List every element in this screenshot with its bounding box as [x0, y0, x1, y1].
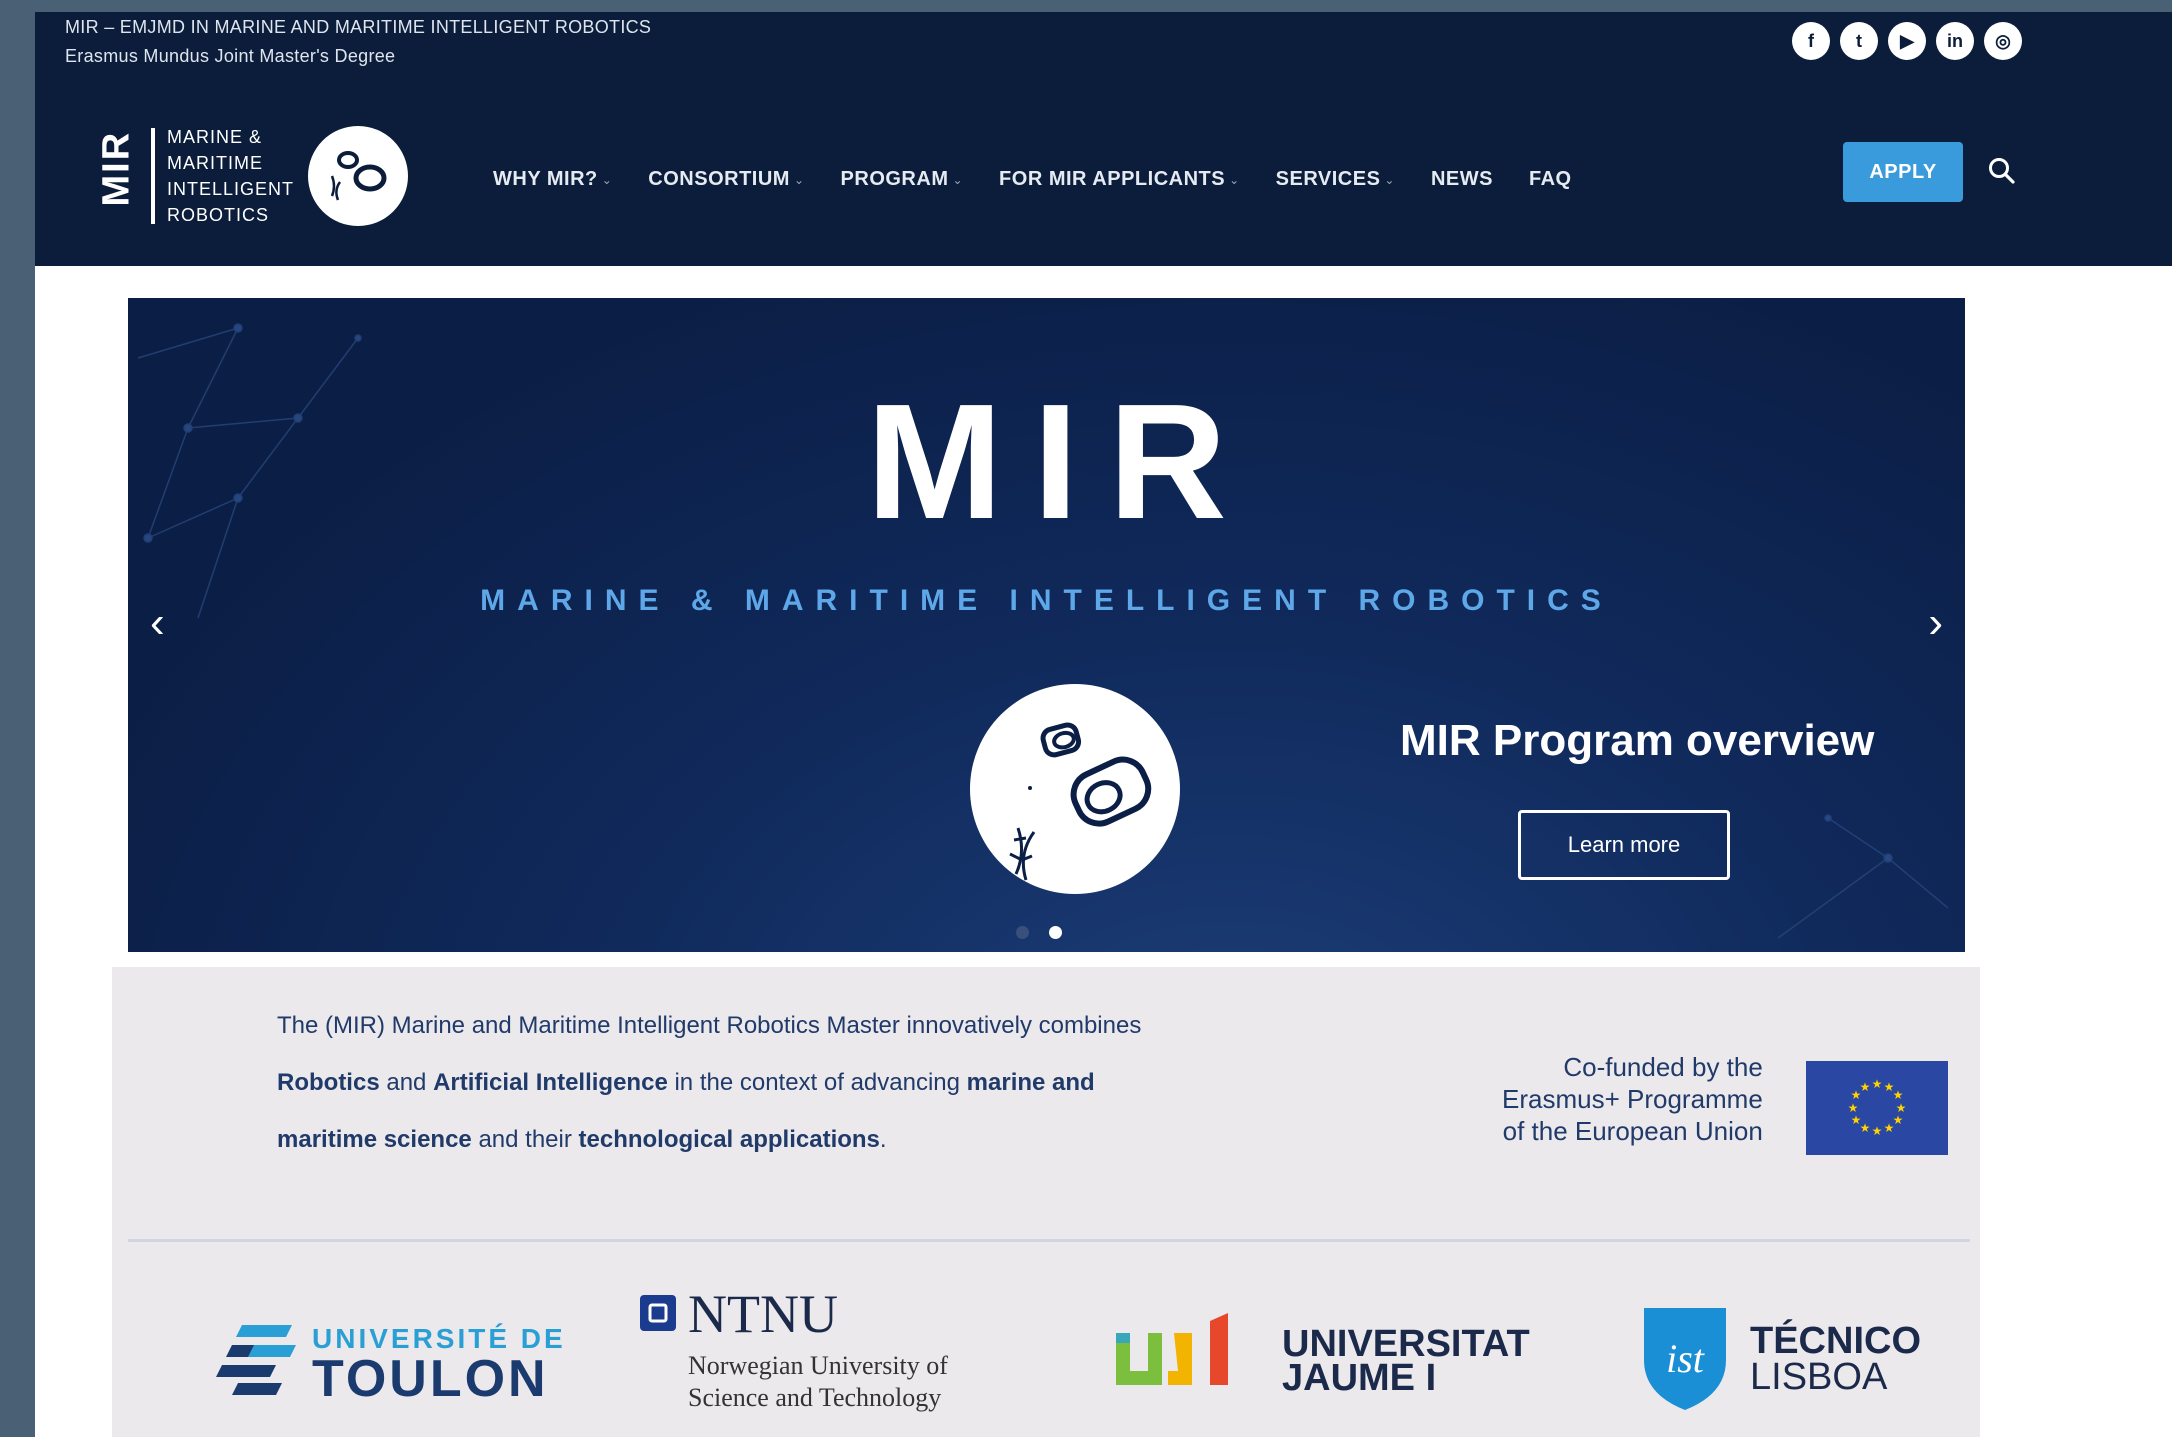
logo-line: INTELLIGENT: [167, 179, 295, 199]
intro-strong: Robotics: [277, 1069, 380, 1096]
logo-mark: MIR: [95, 130, 138, 206]
nav-services[interactable]: SERVICES ⌄: [1276, 168, 1395, 191]
svg-text:★: ★: [1872, 1077, 1883, 1091]
nav-faq[interactable]: FAQ: [1529, 168, 1572, 191]
partner-universitat-jaume-i[interactable]: UNIVERSITAT JAUME I: [1114, 1309, 1534, 1399]
apply-button[interactable]: APPLY: [1843, 142, 1963, 202]
tecnico-line2: LISBOA: [1750, 1356, 1888, 1398]
intro-span: and their: [471, 1126, 579, 1153]
logo-line: MARINE &: [167, 127, 263, 147]
cofund-line: of the European Union: [1502, 1116, 1763, 1146]
facebook-icon[interactable]: f: [1792, 22, 1830, 60]
robot-emblem-icon: [970, 684, 1180, 894]
svg-text:★: ★: [1848, 1101, 1859, 1115]
linkedin-icon[interactable]: in: [1936, 22, 1974, 60]
ntnu-logo-icon: [640, 1295, 676, 1331]
uji-line2: JAUME I: [1282, 1357, 1437, 1399]
chevron-down-icon: ⌄: [1229, 172, 1240, 187]
uji-logo-icon: [1116, 1313, 1228, 1385]
eu-flag-icon: ★ ★ ★ ★ ★ ★ ★ ★ ★ ★ ★ ★: [1806, 1061, 1948, 1155]
site-logo[interactable]: MIR MARINE & MARITIME INTELLIGENT ROBOTI…: [87, 120, 409, 232]
intro-strong: Artificial Intelligence: [433, 1069, 668, 1096]
nav-label: FAQ: [1528, 168, 1572, 190]
hero-subtitle: MARINE & MARITIME INTELLIGENT ROBOTICS: [480, 584, 1613, 617]
cofunded-text: Co-funded by the Erasmus+ Programme of t…: [1502, 1051, 1763, 1147]
instagram-icon[interactable]: ◎: [1984, 22, 2022, 60]
nav-why-mir[interactable]: WHY MIR? ⌄: [493, 168, 612, 191]
partner-ntnu[interactable]: NTNU Norwegian University of Science and…: [638, 1287, 998, 1417]
intro-line: maritime science and their technological…: [277, 1111, 1267, 1168]
nav-label: NEWS: [1430, 168, 1493, 190]
svg-text:★: ★: [1872, 1124, 1883, 1138]
nav-label: CONSORTIUM: [648, 168, 790, 190]
chevron-down-icon: ⌄: [601, 172, 613, 187]
ntnu-line2: Science and Technology: [688, 1383, 942, 1412]
nav-program[interactable]: PROGRAM ⌄: [841, 168, 964, 191]
logo-line: ROBOTICS: [167, 205, 270, 225]
svg-text:ist: ist: [1666, 1336, 1705, 1381]
search-icon[interactable]: [1987, 156, 2017, 186]
cofund-line: Erasmus+ Programme: [1502, 1084, 1763, 1114]
top-bar-title: MIR – EMJMD IN MARINE AND MARITIME INTEL…: [65, 17, 652, 37]
intro-strong: technological applications: [578, 1126, 880, 1153]
intro-span: and: [379, 1069, 434, 1096]
nav-news[interactable]: NEWS: [1431, 168, 1493, 191]
intro-line: Robotics and Artificial Intelligence in …: [277, 1054, 1267, 1111]
cofund-line: Co-funded by the: [1563, 1052, 1763, 1082]
intro-span: .: [879, 1126, 887, 1153]
tecnico-shield-icon: ist: [1644, 1308, 1726, 1410]
intro-strong: maritime science: [277, 1126, 472, 1153]
svg-text:★: ★: [1893, 1088, 1904, 1102]
slider-dot-active[interactable]: [1049, 926, 1062, 939]
nav-label: WHY MIR?: [493, 168, 598, 190]
youtube-icon[interactable]: ▶: [1888, 22, 1926, 60]
slider-dot[interactable]: [1016, 926, 1029, 939]
nav-label: PROGRAM: [840, 168, 949, 190]
logo-line: MARITIME: [167, 153, 263, 173]
site-header: MIR – EMJMD IN MARINE AND MARITIME INTEL…: [35, 12, 2172, 266]
intro-line: The (MIR) Marine and Maritime Intelligen…: [277, 1012, 1142, 1039]
section-divider: [128, 1239, 1970, 1242]
partner-tecnico-lisboa[interactable]: ist TÉCNICO LISBOA: [1640, 1302, 1930, 1412]
learn-more-button[interactable]: Learn more: [1518, 810, 1730, 880]
partner-universite-de-toulon[interactable]: UNIVERSITÉ DE TOULON: [212, 1303, 592, 1408]
twitter-icon[interactable]: t: [1840, 22, 1878, 60]
chevron-down-icon: ⌄: [952, 172, 964, 187]
main-nav: WHY MIR? ⌄ CONSORTIUM ⌄ PROGRAM ⌄ FOR MIR A…: [493, 168, 1572, 191]
chevron-down-icon: ⌄: [793, 172, 805, 187]
intro-strong: marine and: [966, 1069, 1095, 1096]
nav-label: FOR MIR APPLICANTS: [999, 168, 1226, 190]
ntnu-name: NTNU: [688, 1284, 838, 1344]
svg-text:★: ★: [1851, 1113, 1862, 1127]
hero-title: MIR: [866, 370, 1257, 553]
intro-section: The (MIR) Marine and Maritime Intelligen…: [112, 967, 1980, 1437]
chevron-down-icon: ⌄: [1384, 172, 1395, 187]
top-bar-subtitle: Erasmus Mundus Joint Master's Degree: [65, 46, 396, 66]
browser-page: MIR – EMJMD IN MARINE AND MARITIME INTEL…: [35, 12, 2172, 1437]
logo-text: MARINE & MARITIME INTELLIGENT ROBOTICS: [167, 124, 294, 228]
svg-text:★: ★: [1884, 1121, 1895, 1135]
intro-span: in the context of advancing: [667, 1069, 967, 1096]
nav-consortium[interactable]: CONSORTIUM ⌄: [648, 168, 804, 191]
hero-slider: MIR MARINE & MARITIME INTELLIGENT ROBOTI…: [128, 298, 1965, 952]
logo-divider: [151, 128, 155, 224]
social-links: f t ▶ in ◎: [1792, 22, 2022, 60]
robot-emblem-icon: [308, 126, 409, 226]
hero-caption: MIR Program overview: [1400, 716, 1875, 765]
chevron-left-icon[interactable]: ‹: [150, 598, 165, 648]
svg-text:★: ★: [1860, 1080, 1871, 1094]
tecnico-line1: TÉCNICO: [1750, 1320, 1921, 1362]
slider-dots: [1016, 926, 1062, 939]
toulon-line2: TOULON: [312, 1350, 549, 1408]
nav-label: SERVICES: [1275, 168, 1381, 190]
intro-text: The (MIR) Marine and Maritime Intelligen…: [277, 997, 1267, 1168]
nav-for-mir-applicants[interactable]: FOR MIR APPLICANTS ⌄: [999, 168, 1240, 191]
chevron-right-icon[interactable]: ›: [1928, 598, 1943, 648]
ntnu-line1: Norwegian University of: [688, 1351, 948, 1380]
